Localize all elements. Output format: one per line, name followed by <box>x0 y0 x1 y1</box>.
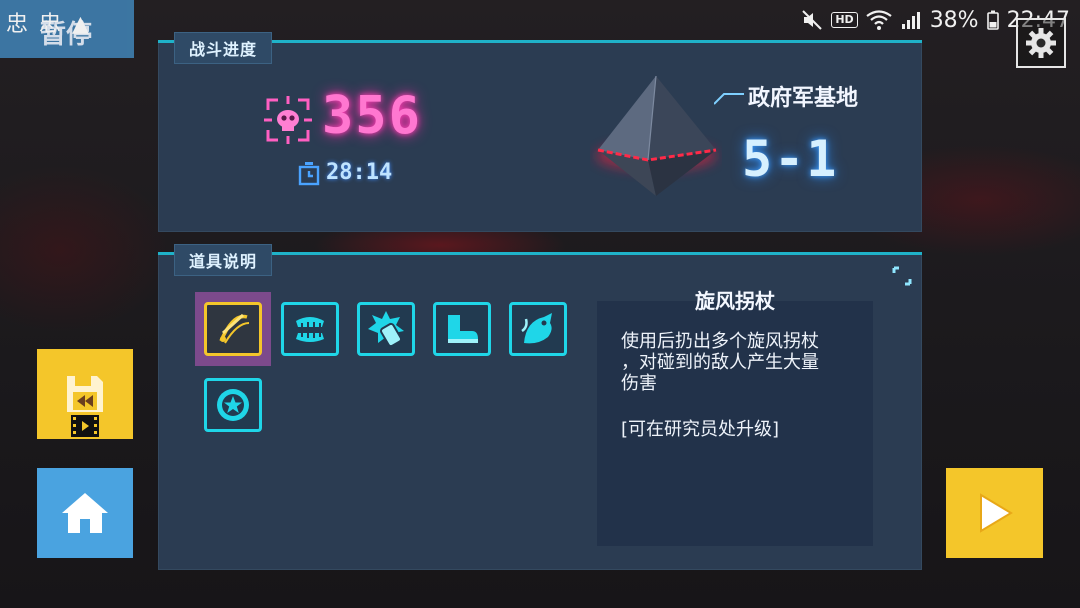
item-slot-whirlwind-beast[interactable] <box>509 302 567 356</box>
panel-accent-line <box>158 40 922 43</box>
film-icon <box>71 415 99 437</box>
mute-icon <box>802 10 823 30</box>
battle-timer: 28:14 <box>326 160 393 185</box>
stopwatch-icon <box>298 162 320 186</box>
replay-video-button[interactable] <box>37 349 133 439</box>
skull-target-icon <box>264 96 312 144</box>
battle-progress-tag: 战斗进度 <box>174 32 273 64</box>
description-line-3: 伤害 <box>621 373 657 394</box>
battery-percent: 38% <box>929 7 979 33</box>
battle-progress-panel: 战斗进度 356 28:14 政府军基地 5-1 <box>158 32 922 232</box>
item-detail-box: 旋风拐杖 使用后扔出多个旋风拐杖 ，对碰到的敌人产生大量 伤害 [可在研究员处升… <box>597 289 873 546</box>
boot-icon <box>448 315 478 343</box>
grenade-icon <box>368 311 404 348</box>
hd-badge: HD <box>831 12 858 28</box>
corner-bracket-icon <box>892 266 912 286</box>
location-pointer-line <box>714 93 744 105</box>
stage-number: 5-1 <box>742 130 839 188</box>
panel-accent-line <box>158 252 922 255</box>
signal-icon <box>901 12 920 29</box>
item-detail-title: 旋风拐杖 <box>695 289 775 313</box>
kill-count: 356 <box>322 86 422 146</box>
home-icon <box>62 493 108 533</box>
item-upgrade-note: [可在研究员处升级] <box>621 419 780 440</box>
save-rewind-icon <box>67 376 103 412</box>
item-slot-boot[interactable] <box>433 302 491 356</box>
star-medal-icon <box>217 389 249 421</box>
item-detail-description: 使用后扔出多个旋风拐杖 ，对碰到的敌人产生大量 伤害 <box>621 331 859 394</box>
home-button[interactable] <box>37 468 133 558</box>
gear-icon <box>1026 28 1056 58</box>
item-description-tag: 道具说明 <box>174 244 273 276</box>
description-line-1: 使用后扔出多个旋风拐杖 <box>621 331 819 352</box>
item-slot-whirlwind-cane[interactable] <box>204 302 262 356</box>
whirlwind-cane-icon <box>219 313 250 344</box>
location-name: 政府军基地 <box>748 86 859 111</box>
octahedron-crystal-icon <box>596 75 717 196</box>
wifi-icon <box>866 10 892 30</box>
teeth-icon <box>296 317 324 342</box>
item-slot-teeth[interactable] <box>281 302 339 356</box>
play-icon <box>979 493 1013 533</box>
continue-button[interactable] <box>946 468 1043 558</box>
whirlwind-beast-icon <box>521 313 552 344</box>
notification-icons: 忠 忠 ▲ <box>6 12 91 37</box>
item-slot-star-medal[interactable] <box>204 378 262 432</box>
settings-button[interactable] <box>1016 18 1066 68</box>
battery-icon <box>986 10 999 30</box>
item-slot-grenade[interactable] <box>357 302 415 356</box>
description-line-2: ，对碰到的敌人产生大量 <box>621 352 819 373</box>
